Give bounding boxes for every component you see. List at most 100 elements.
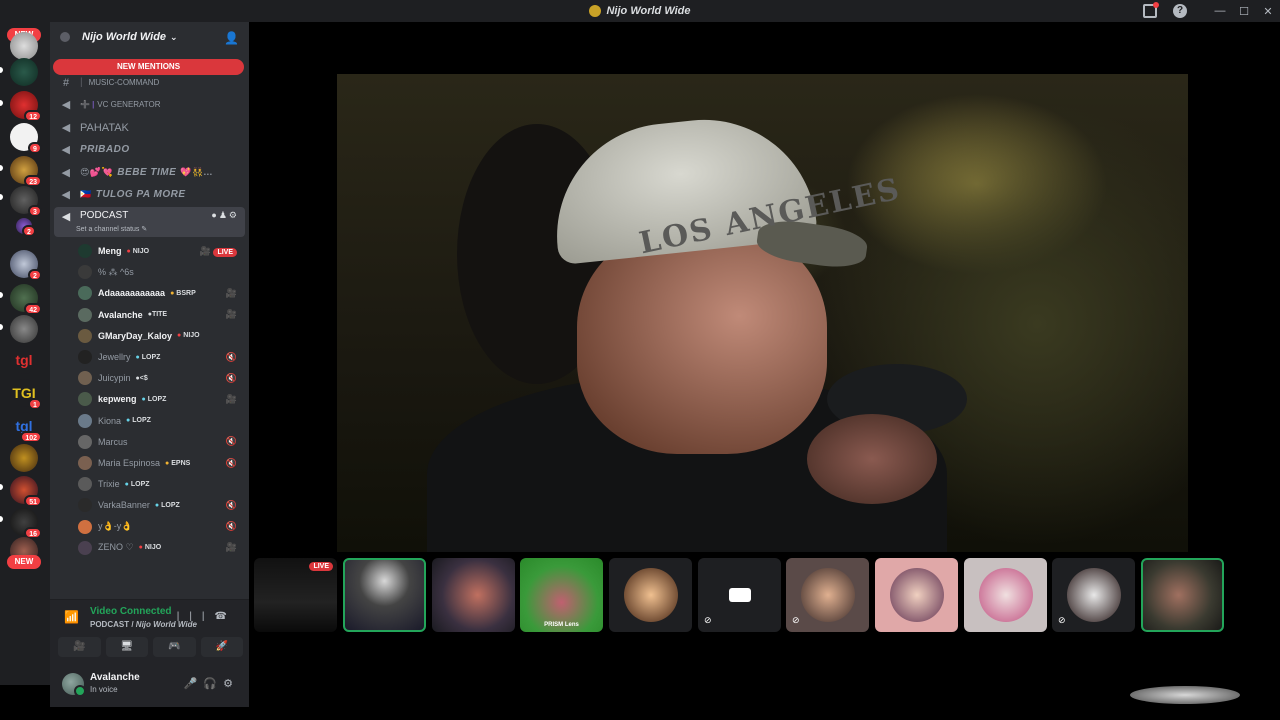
avatar[interactable] [78, 498, 92, 513]
signal-icon[interactable]: 📶 [64, 610, 79, 624]
voice-member[interactable]: y👌-y👌 🔇 [78, 517, 243, 537]
voice-member[interactable]: Juicypin ●<$ 🔇 [78, 368, 243, 388]
avatar[interactable] [78, 307, 92, 322]
voice-member[interactable]: Jewellry ● LOPZ 🔇 [78, 347, 243, 367]
voice-member[interactable]: Meng ● NIJO 🎥 LIVE [78, 241, 243, 261]
voice-member[interactable]: Maria Espinosa ● EPNS 🔇 [78, 453, 243, 473]
voice-member[interactable]: kepweng ● LOPZ 🎥 [78, 389, 243, 409]
channel-status[interactable]: Set a channel status ✎ [76, 225, 147, 233]
main-video-feed[interactable]: LOS ANGELES [337, 74, 1188, 552]
inbox-icon[interactable] [1143, 2, 1159, 18]
avatar[interactable] [78, 286, 92, 301]
guild-tag: ● BSRP [170, 290, 196, 297]
voice-member[interactable]: Trixie ● LOPZ [78, 474, 243, 494]
avatar[interactable] [78, 540, 92, 555]
server-icon[interactable]: 12 [10, 91, 42, 122]
avatar[interactable] [78, 350, 92, 364]
gear-icon[interactable]: ⚙ [223, 678, 239, 690]
camera-button[interactable]: 🎥 [58, 637, 101, 657]
guild-tag-icon: ● [124, 480, 129, 488]
server-icon[interactable]: tgl [10, 346, 38, 374]
soundboard-button[interactable]: 🚀 [200, 637, 243, 657]
voice-member[interactable]: GMaryDay_Kaloy ● NIJO [78, 326, 243, 346]
activity-button[interactable]: 🎮 [153, 637, 196, 657]
participant-tile[interactable]: PRISM Lens [520, 558, 603, 632]
voice-member[interactable]: Marcus 🔇 [78, 432, 243, 452]
server-icon[interactable] [10, 444, 38, 472]
guild-header[interactable]: Nijo World Wide ⌄ 👤 [50, 22, 249, 52]
minimize-button[interactable]: — [1208, 5, 1232, 17]
channel-bebe-time[interactable]: ◀ 😍💕💘 BEBE TIME 💖👯... [54, 162, 245, 183]
voice-member[interactable]: Adaaaaaaaaaaa ● BSRP 🎥 [78, 283, 243, 303]
voice-member[interactable]: Avalanche ●TITE 🎥 [78, 305, 243, 325]
voice-member[interactable]: VarkaBanner ● LOPZ 🔇 [78, 495, 243, 515]
server-icon[interactable]: tgl 102 [10, 412, 42, 443]
gear-icon[interactable]: ⚙ [229, 210, 239, 220]
camera-icon: 🎥 [225, 287, 237, 298]
avatar[interactable] [78, 392, 92, 407]
avatar[interactable] [78, 265, 92, 280]
participant-tile[interactable]: ⊘ [698, 558, 781, 632]
avatar[interactable] [78, 519, 92, 534]
channel-vc-generator[interactable]: ◀ ➕ | VC GENERATOR [54, 94, 245, 115]
participant-tile[interactable] [964, 558, 1047, 632]
new-unread-pill-bottom[interactable]: NEW [7, 555, 41, 569]
server-icon[interactable] [10, 315, 38, 343]
avatar[interactable] [78, 434, 92, 449]
avatar[interactable] [78, 244, 92, 258]
server-icon[interactable]: 2 [16, 218, 36, 237]
avatar[interactable] [78, 477, 92, 492]
server-icon[interactable]: 42 [10, 284, 42, 315]
maximize-button[interactable]: ☐ [1232, 5, 1256, 18]
channel-pahatak[interactable]: ◀ PAHATAK [54, 117, 245, 138]
video-stage: LOS ANGELES LIVE PRISM Lens ⊘ ⊘ ⊘ [249, 22, 1280, 720]
voice-member[interactable]: ZENO ♡ ● NIJO 🎥 [78, 538, 243, 558]
user-panel: Avalanche In voice 🎤🎧⚙ [50, 663, 249, 707]
disconnect-icon[interactable]: ☎ [215, 611, 237, 622]
participant-tile[interactable] [609, 558, 692, 632]
screen-share-button[interactable]: 🖥 [105, 637, 148, 657]
participant-tile[interactable]: ⊘ [786, 558, 869, 632]
channel-tulog-pa-more[interactable]: ◀ 🇵🇭 TULOG PA MORE [54, 184, 245, 205]
avatar[interactable] [78, 328, 92, 343]
voice-member[interactable]: % ⁂ ^6s [78, 262, 243, 282]
microphone-icon[interactable]: 🎤 [184, 678, 204, 690]
mention-badge: 102 [20, 431, 42, 443]
username[interactable]: Avalanche [90, 672, 140, 683]
voice-channel-icon: ◀ [61, 167, 71, 179]
participant-tile[interactable] [875, 558, 958, 632]
server-icon[interactable]: 3 [10, 186, 42, 217]
participant-tile[interactable]: LIVE [254, 558, 337, 632]
invite-people-icon[interactable]: 👤 [224, 31, 239, 45]
voice-status[interactable]: Video Connected [90, 606, 172, 617]
server-icon[interactable]: TGI 1 [10, 379, 42, 410]
voice-member[interactable]: Kiona ● LOPZ [78, 411, 243, 431]
avatar[interactable] [78, 456, 92, 470]
channel-pribado[interactable]: ◀ PRIBADO [54, 139, 245, 160]
channel-music-command[interactable]: # | MUSIC-COMMAND [54, 72, 245, 93]
server-icon[interactable] [10, 58, 38, 86]
chat-bubble-icon[interactable]: ● [211, 210, 218, 220]
participant-tile[interactable] [1141, 558, 1224, 632]
headphones-icon[interactable]: 🎧 [203, 678, 223, 690]
server-icon[interactable]: 2 [10, 250, 42, 281]
video-subject-hand [807, 414, 937, 504]
avatar[interactable] [78, 413, 92, 428]
invite-icon[interactable]: ♟ [219, 210, 229, 220]
channel-podcast[interactable]: ◀ PODCAST Set a channel status ✎ ●♟⚙ [54, 207, 245, 237]
avatar [800, 568, 855, 622]
server-icon[interactable] [10, 32, 38, 60]
server-icon[interactable]: 9 [10, 123, 42, 154]
server-icon[interactable]: 16 [10, 508, 42, 539]
avatar[interactable] [78, 371, 92, 386]
participant-tile[interactable] [343, 558, 426, 632]
server-icon[interactable]: 23 [10, 156, 42, 187]
noise-suppression-icon[interactable]: ||| [177, 611, 215, 622]
help-icon[interactable]: ? [1173, 4, 1187, 18]
server-icon[interactable]: 51 [10, 476, 42, 507]
avatar[interactable] [62, 673, 86, 697]
participant-tile[interactable] [432, 558, 515, 632]
participant-tile[interactable]: ⊘ [1052, 558, 1135, 632]
member-name: y👌-y👌 [98, 521, 133, 532]
close-button[interactable]: ✕ [1256, 5, 1280, 18]
